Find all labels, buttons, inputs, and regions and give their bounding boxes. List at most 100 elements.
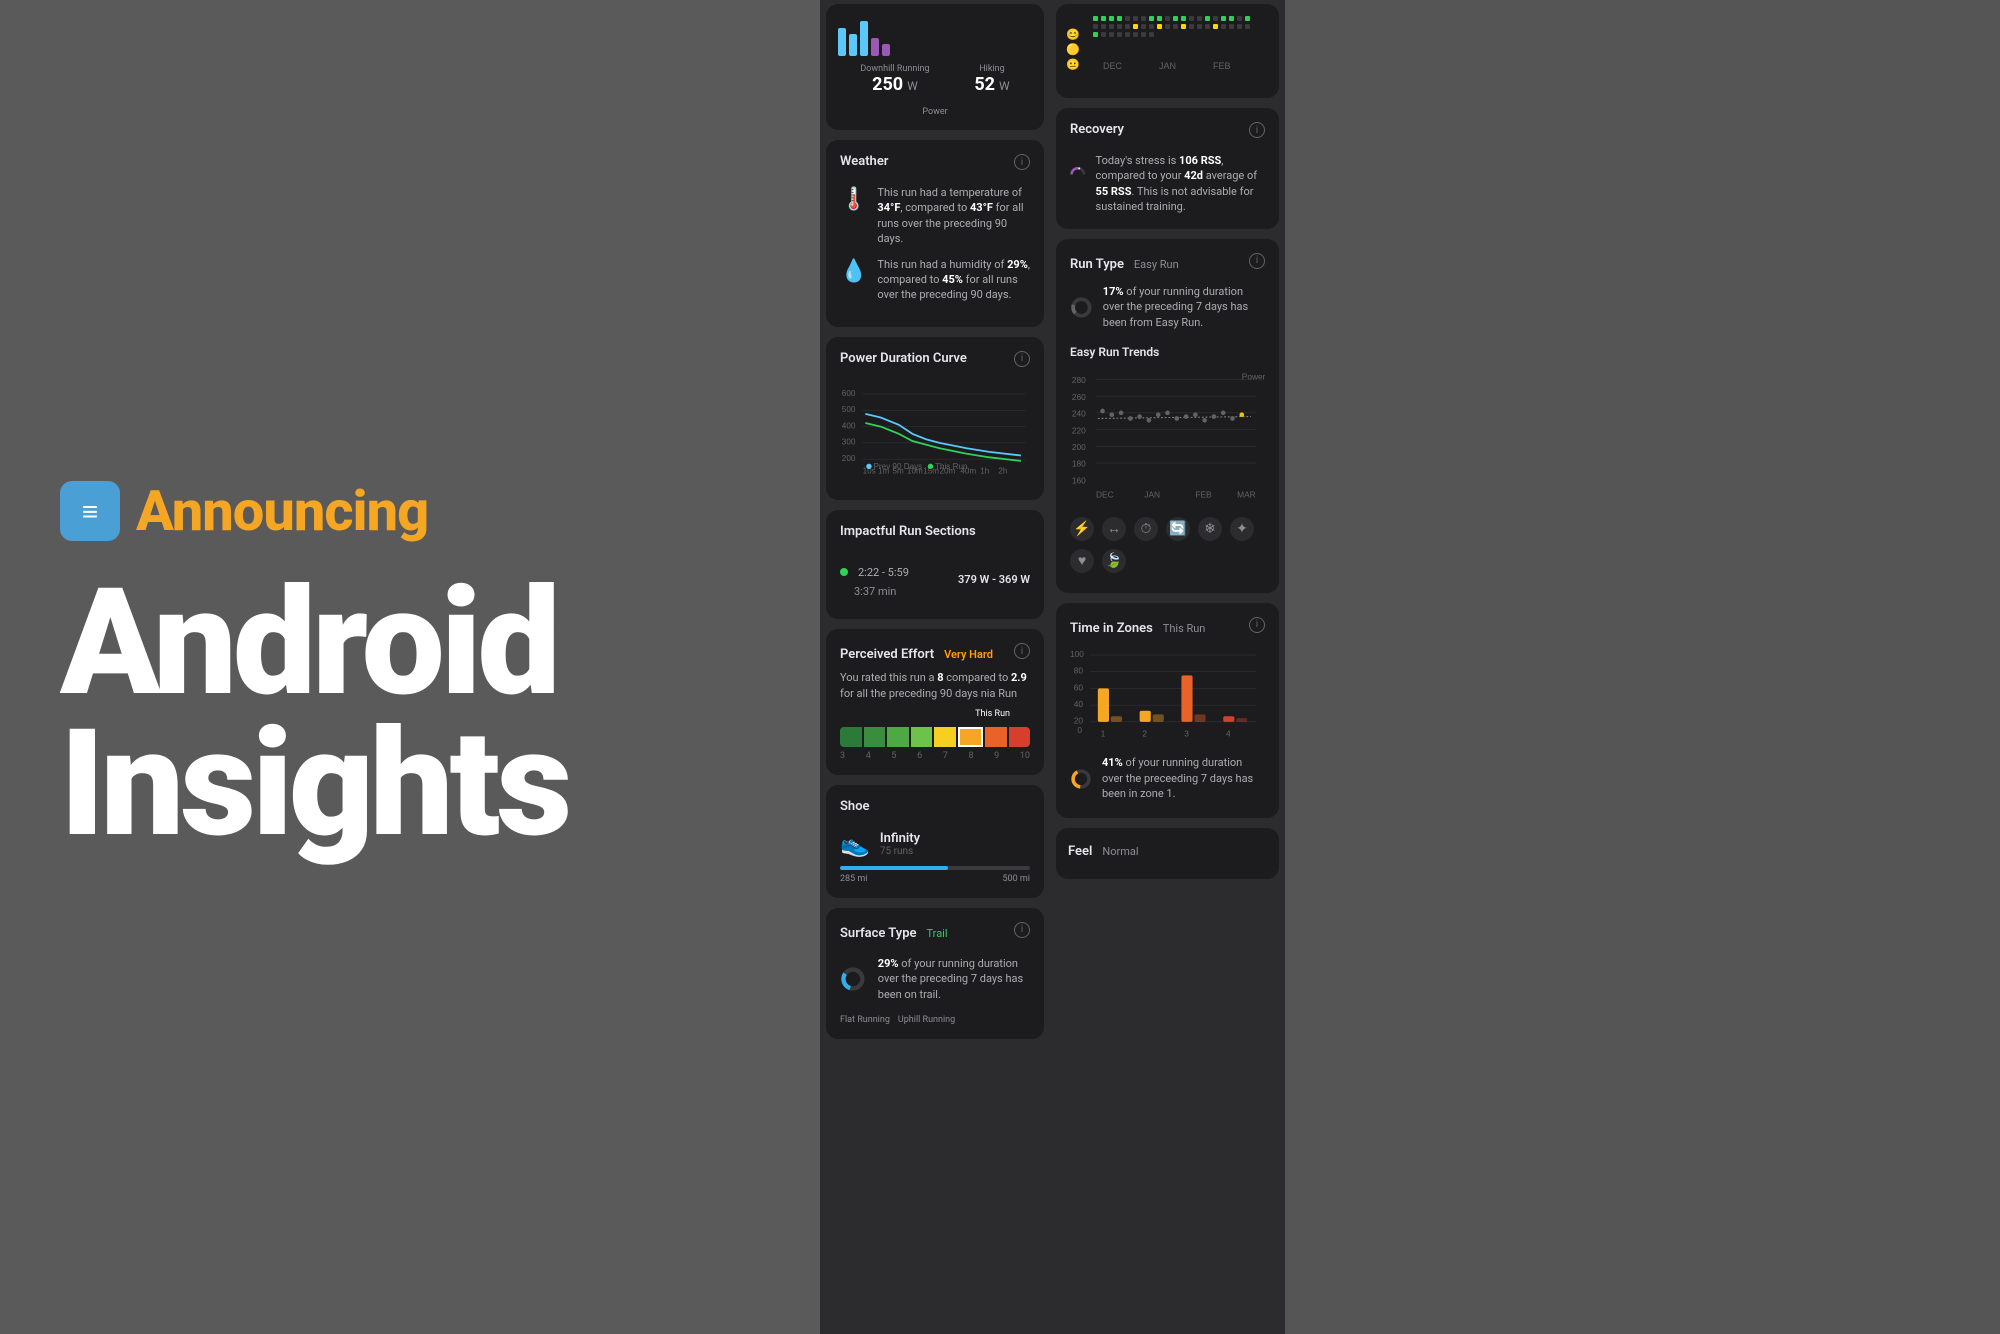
power-bar-2 (849, 34, 857, 56)
effort-label-4: 4 (866, 751, 871, 761)
effort-text: You rated this run a 8 compared to 2.9 f… (840, 670, 1030, 701)
calendar-grid-wrapper: // Generated inline dots in the SVG (1083, 14, 1269, 88)
snowflake-icon[interactable]: ❄ (1198, 517, 1222, 541)
middle-column: Downhill Running 250 W Hiking 52 W Power… (820, 0, 1050, 1334)
main-title: Android Insights (60, 574, 760, 855)
impact-duration: 3:37 min (854, 585, 896, 598)
zones-badge: This Run (1163, 622, 1206, 635)
clock-icon[interactable]: ⏱ (1134, 517, 1158, 541)
power-card: Downhill Running 250 W Hiking 52 W Power (826, 4, 1044, 130)
svg-text:80: 80 (1074, 665, 1084, 675)
shoe-progress (840, 866, 1030, 870)
svg-text:260: 260 (1072, 391, 1086, 401)
effort-header: Perceived Effort Very Hard i (840, 643, 1030, 662)
power-bar-1 (838, 28, 846, 56)
feel-header: Feel Normal (1068, 840, 1267, 859)
run-type-header: Run Type Easy Run i (1070, 253, 1265, 272)
effort-seg-4 (911, 727, 933, 747)
recovery-content: Today's stress is 106 RSS, compared to y… (1070, 153, 1265, 215)
svg-text:FEB: FEB (1195, 489, 1212, 499)
emoji-2: 🟡 (1066, 43, 1080, 56)
svg-text:60: 60 (1074, 682, 1084, 692)
svg-text:280: 280 (1072, 375, 1086, 385)
calendar-card: 😊 🟡 😐 // Generated inline dots in the SV… (1056, 4, 1279, 98)
recovery-info-icon[interactable]: i (1249, 122, 1265, 138)
impactful-card: Impactful Run Sections 2:22 - 5:59 3:37 … (826, 510, 1044, 619)
effort-badge: Very Hard (944, 648, 993, 661)
run-type-icon-row: ⚡ ↔ ⏱ 🔄 ❄ ✦ ♥ 🍃 (1070, 511, 1265, 579)
logo-box: ≡ (60, 481, 120, 541)
lightning-icon[interactable]: ⚡ (1070, 517, 1094, 541)
run-type-info-icon[interactable]: i (1249, 253, 1265, 269)
svg-text:FEB: FEB (1213, 61, 1231, 71)
zones-title: Time in Zones (1070, 621, 1153, 636)
effort-seg-8 (1009, 727, 1031, 747)
logo-row: ≡ Announcing (60, 478, 760, 544)
svg-text:3: 3 (1184, 728, 1189, 738)
run-type-scatter-chart: 280 260 240 220 200 180 160 (1070, 367, 1265, 507)
run-type-text: 17% of your running duration over the pr… (1103, 284, 1265, 330)
shoe-card: Shoe 👟 Infinity 75 runs 285 mi 500 mi (826, 785, 1044, 898)
shoe-runs: 75 runs (880, 846, 920, 857)
effort-info-icon[interactable]: i (1014, 643, 1030, 659)
surface-donut-chart (840, 949, 866, 1009)
svg-text:160: 160 (1072, 475, 1086, 485)
time-in-zones-card: Time in Zones This Run i 100 80 60 40 20… (1056, 603, 1279, 818)
hiking-label: Hiking (974, 64, 1009, 74)
downhill-value-row: 250 W (860, 74, 929, 95)
zones-donut (1070, 754, 1092, 804)
svg-text:JAN: JAN (1144, 489, 1160, 499)
impact-time-range: 2:22 - 5:59 (858, 566, 909, 579)
droplet-icon: 💧 (840, 259, 867, 284)
shoe-icon: 👟 (840, 830, 870, 858)
run-type-title-row: Run Type Easy Run (1070, 253, 1179, 272)
zones-header: Time in Zones This Run i (1070, 617, 1265, 636)
perceived-effort-card: Perceived Effort Very Hard i You rated t… (826, 629, 1044, 775)
zones-info-icon[interactable]: i (1249, 617, 1265, 633)
svg-text:2: 2 (1142, 728, 1147, 738)
feel-card: Feel Normal (1056, 828, 1279, 879)
hiking-stat: Hiking 52 W (974, 64, 1009, 95)
effort-seg-3 (887, 727, 909, 747)
effort-seg-6 (958, 727, 984, 747)
refresh-icon[interactable]: ↔ (1102, 517, 1126, 541)
left-panel: ≡ Announcing Android Insights (0, 0, 820, 1334)
svg-text:This Run: This Run (935, 462, 968, 471)
run-trend-header: Easy Run Trends (1070, 345, 1265, 359)
hiking-value-row: 52 W (974, 74, 1009, 95)
power-bar-4 (871, 38, 879, 56)
shoe-dist-current: 285 mi (840, 874, 868, 884)
zone1-current-bar (1098, 688, 1109, 721)
power-curve-info-icon[interactable]: i (1014, 351, 1030, 367)
power-stats: Downhill Running 250 W Hiking 52 W (838, 64, 1032, 95)
leaf-icon[interactable]: 🍃 (1102, 549, 1126, 573)
temp-text: This run had a temperature of 34°F, comp… (877, 185, 1030, 247)
repeat-icon[interactable]: 🔄 (1166, 517, 1190, 541)
svg-text:180: 180 (1072, 458, 1086, 468)
recovery-header: Recovery i (1070, 122, 1265, 145)
svg-text:2h: 2h (998, 466, 1007, 475)
impact-time: 2:22 - 5:59 3:37 min (840, 561, 909, 599)
surface-title: Surface Type (840, 926, 917, 941)
weather-info-icon[interactable]: i (1014, 154, 1030, 170)
star-icon[interactable]: ✦ (1230, 517, 1254, 541)
weather-title: Weather (840, 154, 889, 169)
power-curve-chart: 600 500 400 300 200 10s 1m 5m 10m 15m 20… (840, 382, 1030, 482)
heart-icon[interactable]: ♥ (1070, 549, 1094, 573)
zone2-current-bar (1140, 710, 1151, 721)
effort-title-row: Perceived Effort Very Hard (840, 643, 993, 662)
surface-info-icon[interactable]: i (1014, 922, 1030, 938)
impactful-header: Impactful Run Sections (840, 524, 1030, 547)
temp-row: 🌡️ This run had a temperature of 34°F, c… (840, 185, 1030, 247)
effort-seg-7 (985, 727, 1007, 747)
shoe-bar: 285 mi 500 mi (840, 866, 1030, 884)
shoe-fill (840, 866, 948, 870)
activity-heatmap: // Generated inline dots in the SVG (1083, 14, 1253, 84)
feel-badge: Normal (1102, 845, 1138, 858)
calendar-content: 😊 🟡 😐 // Generated inline dots in the SV… (1066, 14, 1269, 88)
emoji-1: 😊 (1066, 28, 1080, 41)
zones-text: 41% of your running duration over the pr… (1102, 755, 1265, 801)
feel-title-row: Feel Normal (1068, 840, 1139, 859)
svg-text:220: 220 (1072, 425, 1086, 435)
shoe-row: 👟 Infinity 75 runs (840, 830, 1030, 858)
